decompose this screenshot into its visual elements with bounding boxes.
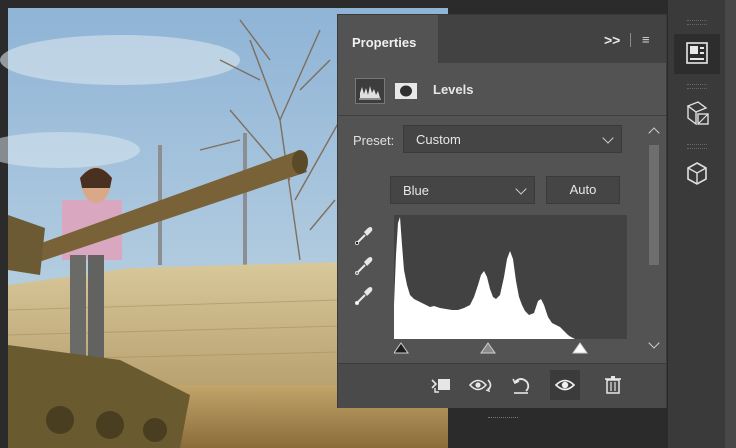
channel-value: Blue: [403, 183, 430, 198]
chevron-down-icon: [602, 132, 614, 144]
channel-dropdown[interactable]: Blue: [390, 176, 535, 204]
view-previous-state-icon[interactable]: [466, 370, 496, 400]
panel-divider: [338, 115, 666, 116]
scroll-up-icon[interactable]: [648, 127, 660, 139]
tab-properties[interactable]: Properties: [338, 15, 438, 63]
levels-histogram-icon[interactable]: [355, 78, 385, 104]
scroll-thumb[interactable]: [649, 145, 659, 265]
chevron-down-icon: [515, 183, 527, 195]
panel-scrollbar[interactable]: [647, 123, 661, 355]
right-dock: [667, 0, 726, 448]
preset-value: Custom: [416, 132, 461, 147]
far-right-strip: [725, 0, 736, 448]
3d-cube-icon[interactable]: [674, 154, 720, 194]
panel-header: Properties >> ≡: [338, 15, 666, 63]
levels-histogram: [394, 215, 627, 339]
tab-properties-label: Properties: [352, 35, 417, 50]
auto-button[interactable]: Auto: [546, 176, 620, 204]
gamma-handle: [480, 342, 496, 354]
delete-adjustment-icon[interactable]: [598, 370, 628, 400]
panel-menu-icon[interactable]: ≡: [642, 32, 650, 47]
black-point-handle: [393, 342, 409, 354]
panel-resize-grip[interactable]: [488, 417, 518, 421]
histogram-fill: [394, 217, 575, 339]
scroll-down-icon[interactable]: [648, 337, 660, 349]
toggle-visibility-icon[interactable]: [550, 370, 580, 400]
properties-panel: Properties >> ≡ Levels Preset: Custom Bl…: [337, 14, 667, 418]
white-eyedropper-icon[interactable]: [352, 283, 376, 307]
properties-icon[interactable]: [674, 34, 720, 74]
preset-label: Preset:: [353, 133, 395, 148]
header-divider: [630, 33, 631, 47]
panel-footer: [338, 363, 666, 408]
3d-transform-icon[interactable]: [674, 94, 720, 134]
reset-adjustment-icon[interactable]: [506, 370, 536, 400]
white-point-handle: [572, 342, 588, 354]
dock-grip[interactable]: [687, 20, 707, 25]
layer-mask-icon[interactable]: [393, 80, 419, 102]
collapse-panel-button[interactable]: >>: [604, 32, 620, 48]
black-eyedropper-icon[interactable]: [352, 223, 376, 247]
input-levels-slider[interactable]: [393, 341, 627, 359]
clip-to-layer-icon[interactable]: [426, 370, 456, 400]
preset-dropdown[interactable]: Custom: [403, 125, 622, 153]
adjustment-title: Levels: [433, 82, 474, 97]
dock-grip[interactable]: [687, 84, 707, 89]
gray-eyedropper-icon[interactable]: [352, 253, 376, 277]
dock-grip[interactable]: [687, 144, 707, 149]
